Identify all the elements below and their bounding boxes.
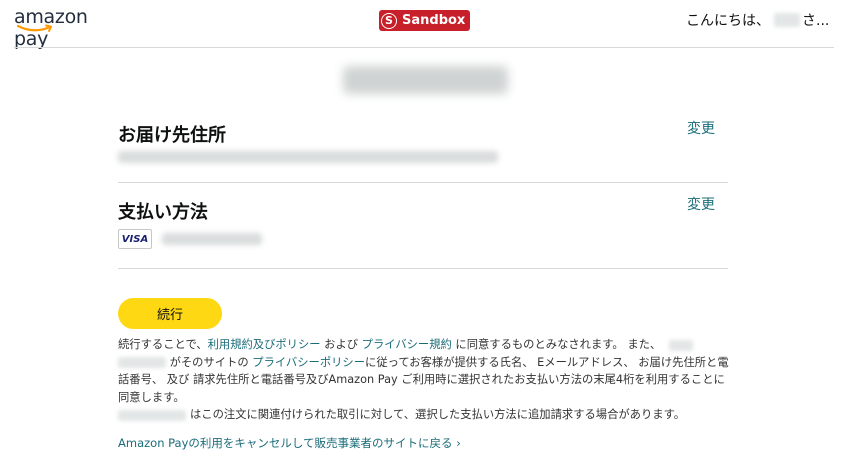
terms-text-2: および xyxy=(320,338,362,351)
greeting-suffix: さ... xyxy=(802,13,830,29)
privacy-terms-link[interactable]: プライバシー規約 xyxy=(362,338,452,351)
terms-of-use-link[interactable]: 利用規約及びポリシー xyxy=(208,338,321,351)
redacted-merchant-inline xyxy=(118,409,186,421)
header: amazon pay S Sandbox こんにちは、 さ... xyxy=(0,0,848,50)
terms-text-3: に同意するものとみなされます。 また、 xyxy=(451,338,662,351)
redacted-merchant-name xyxy=(343,66,508,94)
terms-text-6: はこの注文に関連付けられた取引に対して、選択した支払い方法に追加請求する場合があ… xyxy=(190,408,686,422)
greeting[interactable]: こんにちは、 さ... xyxy=(686,10,829,30)
cancel-return-link[interactable]: Amazon Payの利用をキャンセルして販売事業者のサイトに戻る › xyxy=(118,435,461,451)
redacted-card-info xyxy=(162,233,262,245)
amazon-smile-icon xyxy=(16,24,52,32)
terms-text-1: 続行することで、 xyxy=(118,338,208,351)
sandbox-label: Sandbox xyxy=(402,13,466,28)
section-divider xyxy=(118,268,728,269)
amazon-pay-logo: amazon pay xyxy=(14,6,124,50)
terms-text: 続行することで、利用規約及びポリシー および プライバシー規約 に同意するものと… xyxy=(118,336,730,424)
shipping-title: お届け先住所 xyxy=(118,125,226,146)
payment-title: 支払い方法 xyxy=(118,202,208,223)
header-divider xyxy=(14,47,834,48)
sandbox-badge: S Sandbox xyxy=(379,10,471,31)
visa-card-icon: VISA xyxy=(118,229,152,249)
redacted-merchant-inline xyxy=(118,357,166,369)
greeting-prefix: こんにちは、 xyxy=(686,13,770,29)
change-shipping-link[interactable]: 変更 xyxy=(687,118,715,138)
redacted-shipping-address xyxy=(118,151,498,163)
redacted-user-name xyxy=(774,13,800,27)
change-payment-link[interactable]: 変更 xyxy=(687,194,715,214)
continue-button[interactable]: 続行 xyxy=(118,298,222,329)
redacted-merchant-inline xyxy=(669,339,694,351)
sandbox-icon: S xyxy=(381,12,397,29)
terms-text-4: がそのサイトの xyxy=(166,355,253,369)
section-divider xyxy=(118,182,728,183)
privacy-policy-link[interactable]: プライバシーポリシー xyxy=(252,356,365,369)
